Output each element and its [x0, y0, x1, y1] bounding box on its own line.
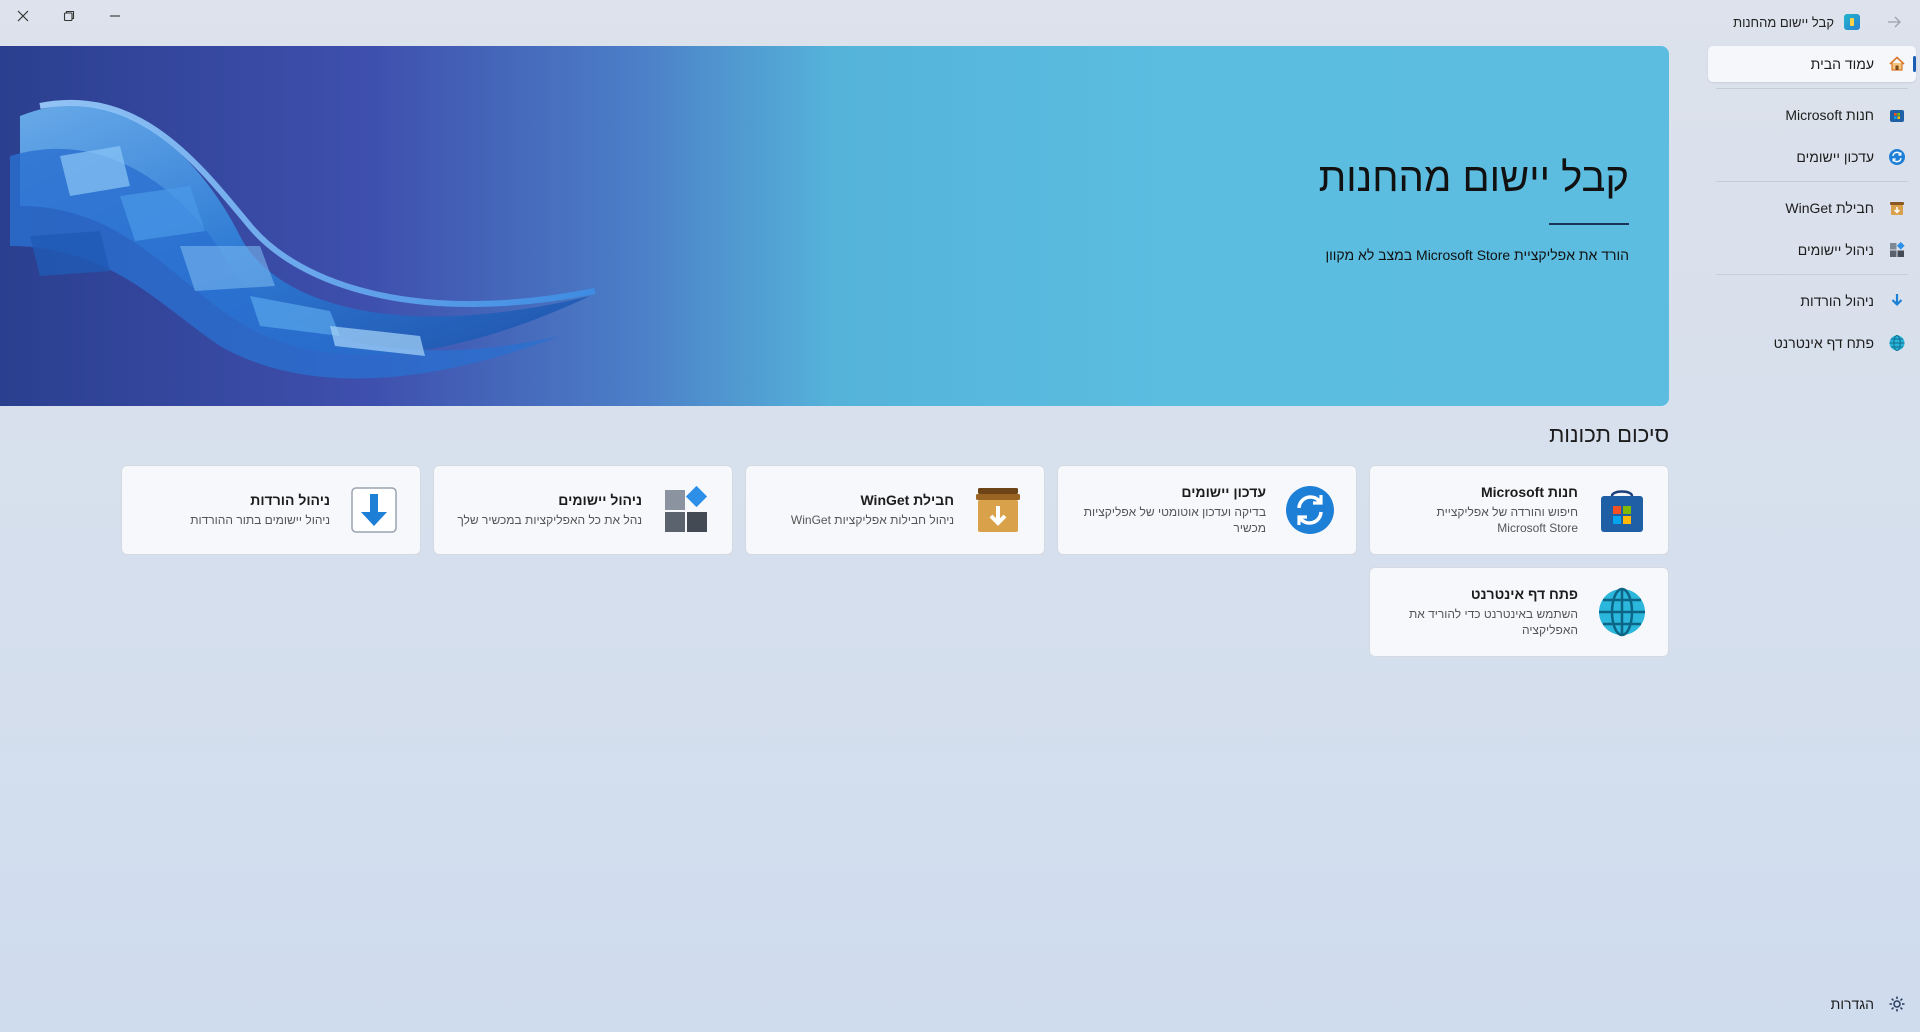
- arrow-right-icon: [1888, 16, 1901, 28]
- refresh-icon: [1888, 148, 1906, 166]
- sidebar-item-update[interactable]: עדכון יישומים: [1708, 139, 1916, 175]
- card-body: ניהול יישומים נהל את כל האפליקציות במכשי…: [454, 492, 642, 528]
- globe-icon: [1596, 586, 1648, 638]
- card-description: בדיקה ועדכון אוטומטי של אפליקציות מכשיר: [1083, 505, 1266, 535]
- card-title: חבילת WinGet: [860, 492, 954, 508]
- sidebar-item-label: ניהול יישומים: [1797, 242, 1874, 258]
- divider: [1549, 223, 1629, 225]
- card-title: ניהול הורדות: [250, 492, 330, 508]
- close-button[interactable]: [0, 0, 46, 32]
- sidebar-item-label: עמוד הבית: [1810, 56, 1874, 72]
- sidebar-item-apps[interactable]: ניהול יישומים: [1708, 232, 1916, 268]
- card-description: חיפוש והורדה של אפליקציית Microsoft Stor…: [1436, 505, 1578, 535]
- apps-icon: [1888, 241, 1906, 259]
- divider: [1716, 274, 1908, 275]
- card-description: השתמש באינטרנט כדי להוריד את האפליקציה: [1408, 607, 1578, 637]
- sidebar-item-label: עדכון יישומים: [1796, 149, 1874, 165]
- card-description: נהל את כל האפליקציות במכשיר שלך: [457, 513, 642, 527]
- card-store[interactable]: חנות Microsoft חיפוש והורדה של אפליקציית…: [1369, 465, 1669, 555]
- sidebar-item-label: חבילת WinGet: [1785, 200, 1874, 216]
- card-update[interactable]: עדכון יישומים בדיקה ועדכון אוטומטי של אפ…: [1057, 465, 1357, 555]
- sidebar-item-label: פתח דף אינטרנט: [1773, 335, 1874, 351]
- minimize-button[interactable]: [92, 0, 138, 32]
- sidebar-item-settings[interactable]: הגדרות: [1708, 986, 1916, 1022]
- card-body: ניהול הורדות ניהול יישומים בתור ההורדות: [142, 492, 330, 528]
- card-description: ניהול חבילות אפליקציות WinGet: [790, 513, 954, 527]
- card-web[interactable]: פתח דף אינטרנט השתמש באינטרנט כדי להוריד…: [1369, 567, 1669, 657]
- refresh-icon: [1284, 484, 1336, 536]
- card-description: ניהול יישומים בתור ההורדות: [190, 513, 330, 527]
- store-icon: [1596, 484, 1648, 536]
- restore-icon: [63, 10, 75, 22]
- package-icon: [1888, 199, 1906, 217]
- card-body: פתח דף אינטרנט השתמש באינטרנט כדי להוריד…: [1390, 586, 1578, 638]
- download-icon: [1888, 292, 1906, 310]
- gear-icon: [1888, 995, 1906, 1013]
- card-body: חבילת WinGet ניהול חבילות אפליקציות WinG…: [766, 492, 954, 528]
- divider: [1716, 88, 1908, 89]
- settings-label: הגדרות: [1830, 996, 1874, 1012]
- divider: [1716, 181, 1908, 182]
- wave-illustration: [10, 99, 596, 379]
- sidebar-item-winget[interactable]: חבילת WinGet: [1708, 190, 1916, 226]
- home-icon: [1888, 55, 1906, 73]
- card-title: ניהול יישומים: [558, 492, 642, 508]
- minimize-icon: [110, 15, 120, 17]
- sidebar-item-downloads[interactable]: ניהול הורדות: [1708, 283, 1916, 319]
- card-body: עדכון יישומים בדיקה ועדכון אוטומטי של אפ…: [1078, 484, 1266, 536]
- store-icon: [1888, 106, 1906, 124]
- app-logo-icon: [1844, 14, 1860, 30]
- card-title: עדכון יישומים: [1181, 484, 1266, 500]
- sidebar-item-web[interactable]: פתח דף אינטרנט: [1708, 325, 1916, 361]
- title-bar: קבל יישום מהחנות: [0, 0, 1920, 46]
- card-winget[interactable]: חבילת WinGet ניהול חבילות אפליקציות WinG…: [745, 465, 1045, 555]
- sidebar-item-home[interactable]: עמוד הבית: [1708, 46, 1916, 82]
- package-icon: [972, 484, 1024, 536]
- sidebar-item-store[interactable]: חנות Microsoft: [1708, 97, 1916, 133]
- close-icon: [17, 10, 29, 22]
- hero-text: קבל יישום מהחנות הורד את אפליקציית Micro…: [1319, 156, 1629, 263]
- app-title: קבל יישום מהחנות: [1733, 14, 1860, 30]
- sidebar-item-label: ניהול הורדות: [1800, 293, 1874, 309]
- app-window: קבל יישום מהחנות עמוד הבית חנות Microsof…: [0, 0, 1920, 1032]
- card-apps[interactable]: ניהול יישומים נהל את כל האפליקציות במכשי…: [433, 465, 733, 555]
- hero-banner: קבל יישום מהחנות הורד את אפליקציית Micro…: [0, 46, 1669, 406]
- back-button[interactable]: [1884, 12, 1904, 32]
- card-downloads[interactable]: ניהול הורדות ניהול יישומים בתור ההורדות: [121, 465, 421, 555]
- card-title: חנות Microsoft: [1480, 484, 1578, 500]
- app-title-text: קבל יישום מהחנות: [1733, 14, 1834, 30]
- globe-icon: [1888, 334, 1906, 352]
- hero-subtitle: הורד את אפליקציית Microsoft Store במצב ל…: [1325, 247, 1630, 263]
- sidebar-item-label: חנות Microsoft: [1785, 107, 1874, 123]
- sidebar: עמוד הבית חנות Microsoft עדכון יישומים ח…: [1704, 46, 1920, 1032]
- download-icon: [348, 484, 400, 536]
- card-body: חנות Microsoft חיפוש והורדה של אפליקציית…: [1390, 484, 1578, 536]
- restore-button[interactable]: [46, 0, 92, 32]
- section-title: סיכום תכונות: [1549, 422, 1669, 447]
- hero-title: קבל יישום מהחנות: [1318, 156, 1629, 200]
- card-title: פתח דף אינטרנט: [1470, 586, 1578, 602]
- apps-icon: [660, 484, 712, 536]
